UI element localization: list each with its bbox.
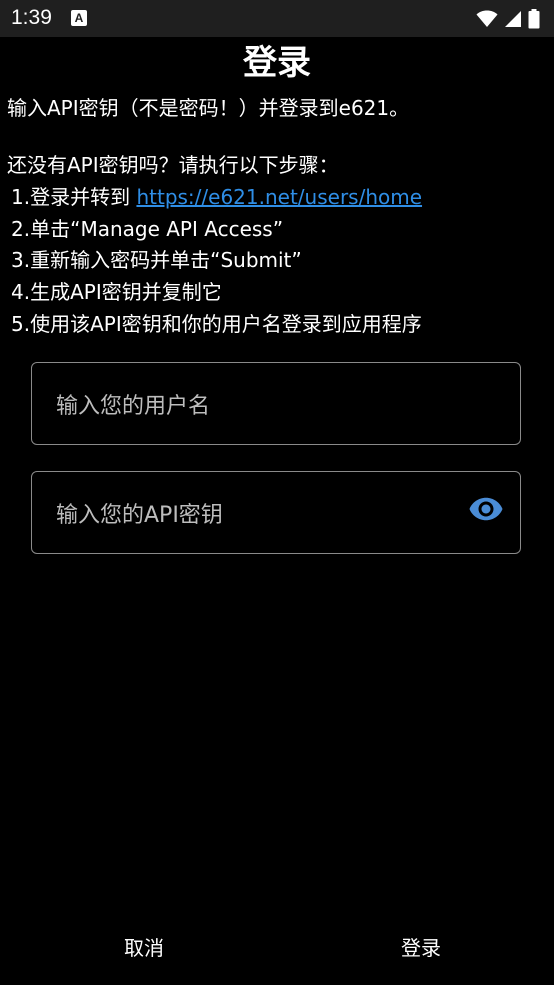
step-1-text: 1.登录并转到 — [11, 185, 137, 209]
wifi-icon — [476, 10, 498, 27]
cancel-button[interactable]: 取消 — [104, 926, 184, 970]
eye-icon[interactable] — [468, 491, 504, 527]
status-bar: 1:39 A — [0, 0, 554, 37]
login-button[interactable]: 登录 — [381, 926, 461, 970]
steps-header: 还没有API密钥吗？请执行以下步骤： — [7, 153, 339, 177]
api-key-field[interactable]: 输入您的API密钥 — [31, 471, 521, 554]
battery-icon — [528, 9, 540, 29]
username-field[interactable]: 输入您的用户名 — [31, 362, 521, 445]
step-5: 5.使用该API密钥和你的用户名登录到应用程序 — [11, 312, 422, 336]
cell-signal-icon — [505, 11, 521, 27]
intro-text: 输入API密钥（不是密码！）并登录到e621。 — [7, 96, 410, 120]
status-time: 1:39 — [11, 6, 52, 29]
step-2: 2.单击“Manage API Access” — [11, 217, 284, 241]
status-icons — [476, 8, 540, 30]
step-4: 4.生成API密钥并复制它 — [11, 280, 222, 304]
step-3: 3.重新输入密码并单击“Submit” — [11, 248, 302, 272]
notification-a-icon: A — [71, 10, 87, 26]
username-placeholder: 输入您的用户名 — [56, 393, 211, 419]
page-title: 登录 — [243, 43, 311, 83]
e621-home-link[interactable]: https://e621.net/users/home — [136, 185, 422, 209]
api-key-placeholder: 输入您的API密钥 — [56, 502, 223, 528]
step-1: 1.登录并转到 https://e621.net/users/home — [11, 183, 422, 211]
